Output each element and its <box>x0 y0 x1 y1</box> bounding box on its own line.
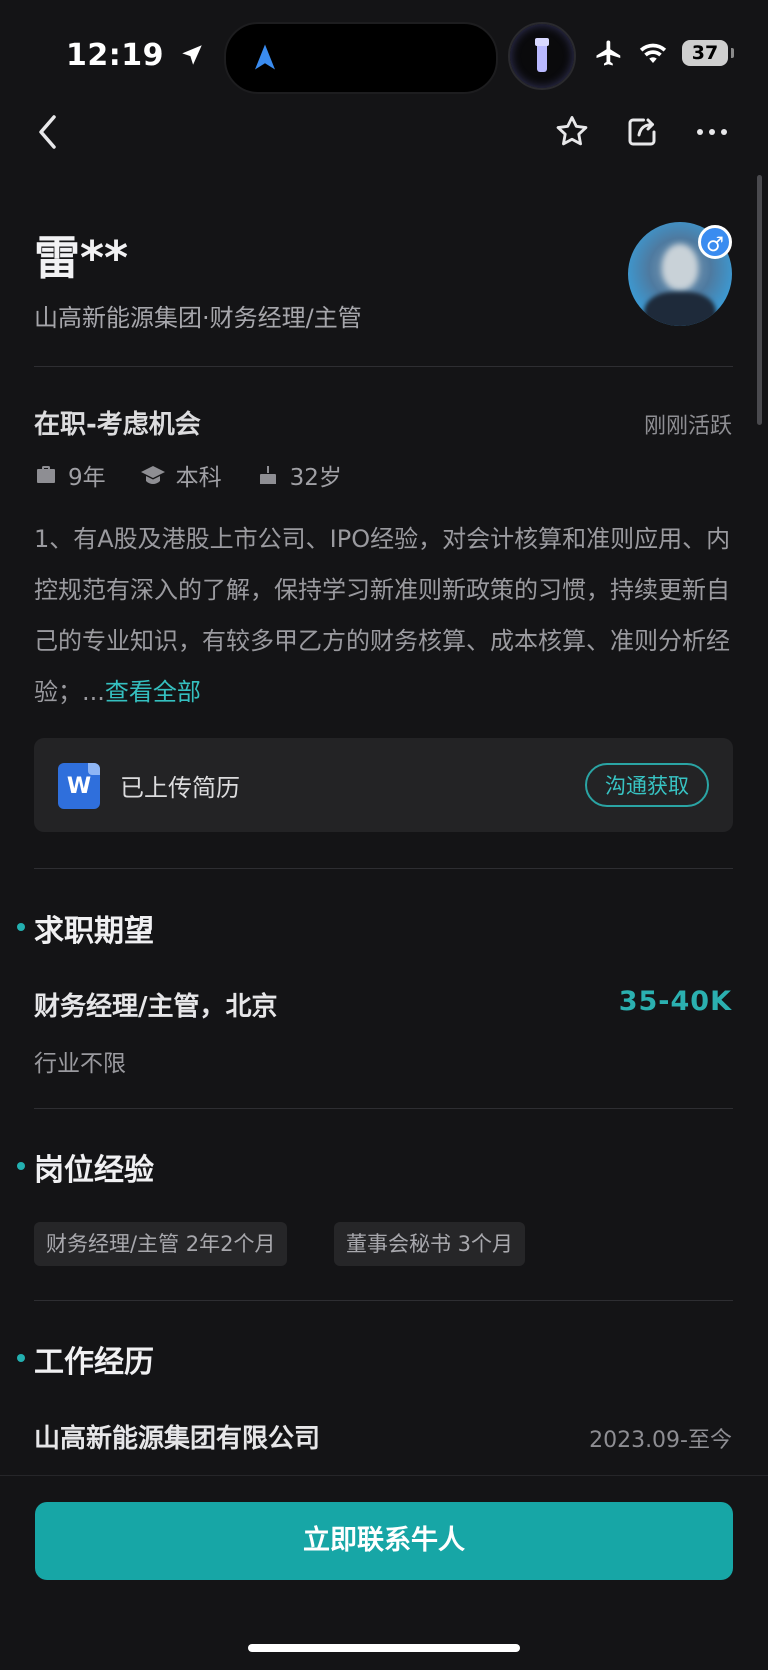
navigation-arrow-icon <box>255 44 275 70</box>
airplane-icon <box>596 40 621 66</box>
experience-tag: 财务经理/主管 2年2个月 <box>34 1222 288 1266</box>
summary-text: 1、有A股及港股上市公司、IPO经验，对会计核算和准则应用、内控规范有深入的了解… <box>34 514 734 718</box>
company-position: 山高新能源集团·财务经理/主管 <box>34 304 362 332</box>
candidate-name: 雷** <box>34 231 129 285</box>
section-title-position-experience: 岗位经验 <box>34 1153 154 1188</box>
status-time: 12:19 <box>66 38 205 73</box>
divider <box>34 868 733 869</box>
divider <box>34 1108 733 1109</box>
star-icon[interactable] <box>552 112 592 152</box>
more-icon[interactable] <box>692 112 732 152</box>
resume-label: 已上传简历 <box>120 774 240 802</box>
work-date: 2023.09-至今 <box>589 1428 732 1453</box>
job-status: 在职-考虑机会 <box>34 410 201 440</box>
section-dot <box>17 923 25 931</box>
expected-salary: 35-40K <box>618 986 732 1017</box>
experience-tag: 董事会秘书 3个月 <box>334 1222 526 1266</box>
divider <box>34 1300 733 1301</box>
share-icon[interactable] <box>622 112 662 152</box>
word-document-icon: W <box>58 763 100 809</box>
briefcase-icon <box>37 466 55 483</box>
resume-card[interactable]: W 已上传简历 沟通获取 <box>34 738 733 832</box>
home-indicator[interactable] <box>248 1644 520 1652</box>
dynamic-island <box>224 22 498 94</box>
contact-candidate-button[interactable]: 立即联系牛人 <box>35 1502 733 1580</box>
location-arrow-icon <box>182 45 202 65</box>
status-icons: 37 <box>594 38 734 68</box>
activity-status: 刚刚活跃 <box>643 414 732 439</box>
section-dot <box>17 1354 25 1362</box>
battery-icon: 37 <box>682 40 734 66</box>
flashlight-icon <box>508 22 576 90</box>
scrollbar[interactable] <box>757 175 762 425</box>
experience-years: 9年 <box>68 465 106 491</box>
wifi-icon <box>639 43 667 63</box>
request-resume-button[interactable]: 沟通获取 <box>585 763 709 807</box>
education: 本科 <box>175 465 222 491</box>
expected-job[interactable]: 财务经理/主管，北京 <box>34 986 278 1023</box>
birthday-cake-icon <box>259 466 276 484</box>
male-icon: ♂ <box>698 225 732 259</box>
section-title-work-history: 工作经历 <box>34 1345 154 1380</box>
graduation-cap-icon <box>140 466 165 484</box>
section-title-expectation: 求职期望 <box>34 914 154 949</box>
see-all-link[interactable]: 查看全部 <box>105 678 201 706</box>
age: 32岁 <box>289 465 342 491</box>
work-company[interactable]: 山高新能源集团有限公司 <box>34 1418 320 1455</box>
divider <box>34 366 733 367</box>
candidate-meta: 9年 本科 32岁 <box>34 458 376 492</box>
back-icon[interactable] <box>28 112 68 152</box>
section-dot <box>17 1162 25 1170</box>
expected-industry: 行业不限 <box>34 1051 126 1077</box>
